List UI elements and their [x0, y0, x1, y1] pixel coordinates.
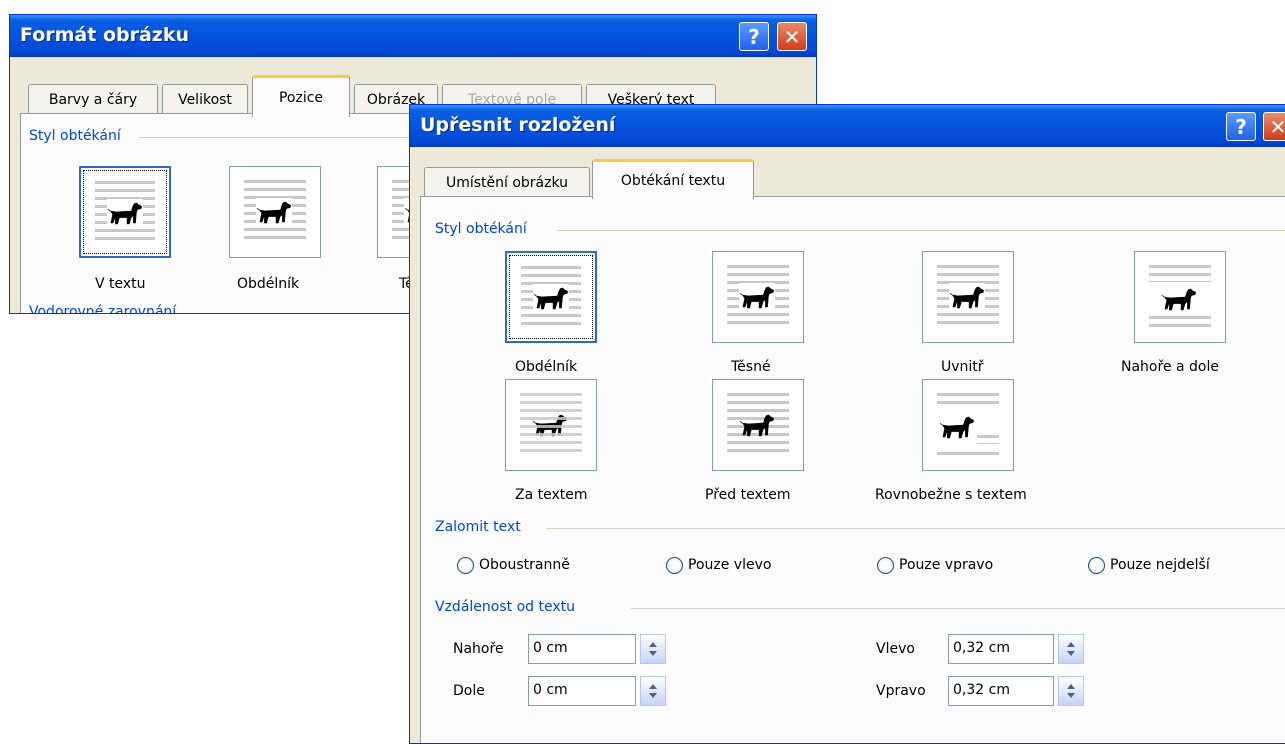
- tab-label: Pozice: [278, 89, 324, 106]
- help-icon: ?: [1235, 114, 1247, 139]
- input-bottom-distance[interactable]: 0 cm: [528, 676, 636, 706]
- text-lines: [1149, 265, 1211, 282]
- help-button[interactable]: ?: [739, 22, 769, 51]
- title-bar[interactable]: Formát obrázku ? ✕: [10, 15, 816, 57]
- tab-position[interactable]: Pozice: [252, 75, 350, 117]
- wrap-option-label: Uvnitř: [941, 359, 984, 375]
- tab-picture-position[interactable]: Umístění obrázku: [424, 167, 590, 197]
- wrap-option-in-line[interactable]: [79, 166, 171, 258]
- group-title-wrap-style: Styl obtékání: [29, 128, 121, 144]
- wrap-option-label: Obdélník: [237, 276, 300, 292]
- group-divider: [557, 230, 1285, 231]
- close-icon: ✕: [783, 24, 801, 49]
- label-bottom: Dole: [453, 683, 485, 699]
- tab-label: Obtékání textu: [620, 172, 726, 189]
- radio-both-sides[interactable]: [457, 557, 474, 574]
- wrap-option-behind-text[interactable]: [505, 379, 597, 471]
- input-right-distance[interactable]: 0,32 cm: [948, 676, 1054, 706]
- wrap-option-square[interactable]: [505, 251, 597, 343]
- advanced-layout-dialog: Upřesnit rozložení ? ✕ Umístění obrázku …: [409, 104, 1285, 744]
- radio-right-only[interactable]: [877, 557, 894, 574]
- group-title-horizontal-alignment: Vodorovné zarovnání: [29, 304, 177, 314]
- input-value: 0 cm: [533, 640, 568, 656]
- wrap-option-in-front-of-text[interactable]: [712, 379, 804, 471]
- spinner-top[interactable]: [640, 634, 666, 664]
- radio-largest-only[interactable]: [1088, 557, 1105, 574]
- spinner-left[interactable]: [1058, 634, 1084, 664]
- help-icon: ?: [748, 24, 760, 49]
- spin-down-icon[interactable]: [649, 693, 657, 698]
- wrap-option-in-line-with-text[interactable]: [922, 379, 1014, 471]
- wrap-option-label: Za textem: [515, 487, 588, 503]
- spinner-bottom[interactable]: [640, 676, 666, 706]
- wrap-option-label: Těsné: [731, 359, 771, 375]
- text-lines: [520, 393, 582, 457]
- tab-label: Velikost: [178, 91, 232, 108]
- group-title-wrap-style: Styl obtékání: [435, 221, 527, 237]
- wrap-option-label: Před textem: [705, 487, 791, 503]
- dog-icon: [939, 413, 975, 440]
- input-value: 0 cm: [533, 682, 568, 698]
- tab-text-wrapping[interactable]: Obtékání textu: [592, 159, 754, 199]
- spinner-right[interactable]: [1058, 676, 1084, 706]
- text-lines: [1149, 316, 1211, 329]
- text-lines: [977, 435, 999, 444]
- spin-up-icon[interactable]: [649, 684, 657, 689]
- radio-label: Pouze nejdelší: [1110, 557, 1210, 573]
- wrap-option-square[interactable]: [229, 166, 321, 258]
- radio-label: Pouze vpravo: [899, 557, 994, 573]
- dialog-title: Upřesnit rozložení: [420, 114, 616, 136]
- text-lines: [937, 393, 999, 408]
- group-divider: [631, 608, 1285, 609]
- tab-panel: Styl obtékání Obdélník Těsné Uvnitř Naho…: [420, 196, 1285, 743]
- help-button[interactable]: ?: [1226, 112, 1256, 141]
- dog-icon: [949, 283, 985, 310]
- tab-label: Barvy a čáry: [48, 91, 138, 108]
- dog-icon: [107, 199, 143, 226]
- radio-label: Pouze vlevo: [688, 557, 772, 573]
- group-divider: [547, 528, 1285, 529]
- radio-left-only[interactable]: [666, 557, 683, 574]
- dog-icon: [739, 283, 775, 310]
- group-title-wrap-text: Zalomit text: [435, 519, 521, 535]
- spin-up-icon[interactable]: [1067, 684, 1075, 689]
- label-left: Vlevo: [876, 641, 915, 657]
- input-left-distance[interactable]: 0,32 cm: [948, 634, 1054, 664]
- label-top: Nahoře: [453, 641, 504, 657]
- wrap-option-label: Rovnobežne s textem: [875, 487, 1027, 503]
- label-right: Vpravo: [876, 683, 926, 699]
- spin-down-icon[interactable]: [1067, 651, 1075, 656]
- spin-down-icon[interactable]: [649, 651, 657, 656]
- spin-up-icon[interactable]: [649, 642, 657, 647]
- wrap-option-top-and-bottom[interactable]: [1134, 251, 1226, 343]
- wrap-option-label: Obdélník: [515, 359, 578, 375]
- wrap-option-tight[interactable]: [712, 251, 804, 343]
- text-lines: [937, 452, 999, 457]
- wrap-option-label: Nahoře a dole: [1121, 359, 1219, 375]
- input-value: 0,32 cm: [953, 682, 1010, 698]
- dog-icon: [739, 411, 775, 438]
- wrap-option-label: V textu: [95, 276, 146, 292]
- dog-icon: [1161, 285, 1197, 312]
- tab-colors-and-lines[interactable]: Barvy a čáry: [28, 84, 158, 114]
- dog-icon: [256, 198, 292, 225]
- tab-size[interactable]: Velikost: [162, 84, 248, 114]
- close-button[interactable]: ✕: [777, 22, 807, 51]
- spin-up-icon[interactable]: [1067, 642, 1075, 647]
- dog-icon: [533, 284, 569, 311]
- tab-label: Umístění obrázku: [445, 174, 569, 191]
- group-title-distance-from-text: Vzdálenost od textu: [435, 599, 575, 615]
- close-button[interactable]: ✕: [1263, 112, 1285, 141]
- dialog-title: Formát obrázku: [20, 24, 190, 46]
- input-top-distance[interactable]: 0 cm: [528, 634, 636, 664]
- radio-label: Oboustranně: [479, 557, 570, 573]
- title-bar[interactable]: Upřesnit rozložení ? ✕: [410, 105, 1285, 147]
- spin-down-icon[interactable]: [1067, 693, 1075, 698]
- wrap-option-through[interactable]: [922, 251, 1014, 343]
- input-value: 0,32 cm: [953, 640, 1010, 656]
- close-icon: ✕: [1269, 114, 1285, 139]
